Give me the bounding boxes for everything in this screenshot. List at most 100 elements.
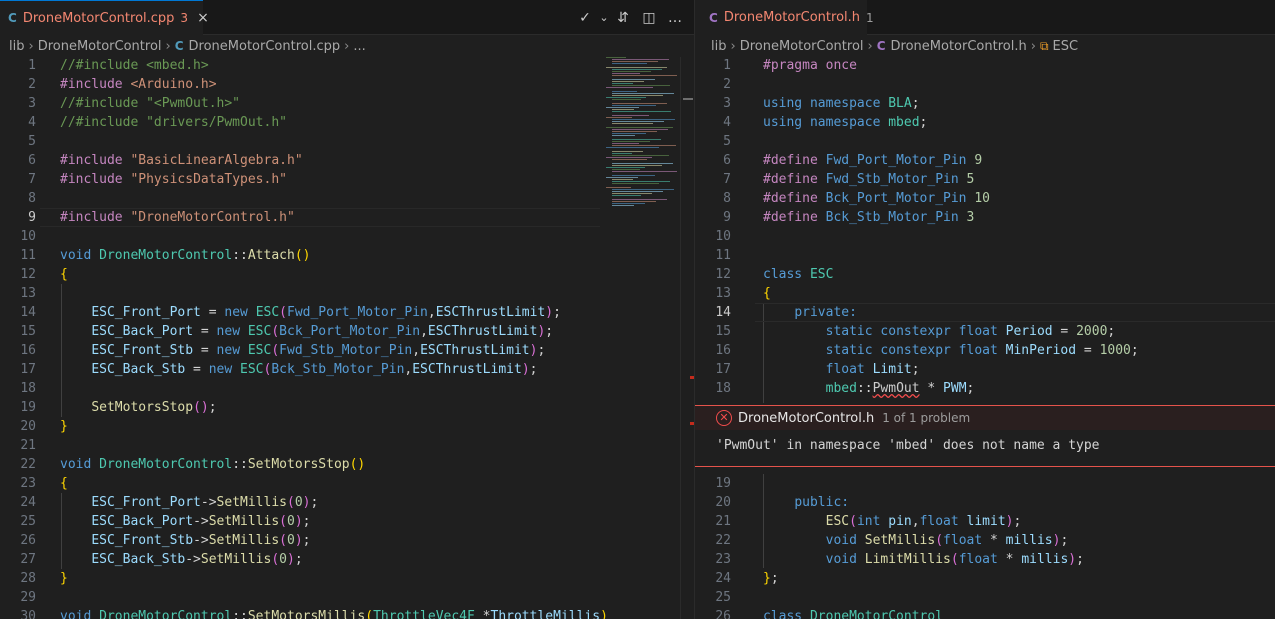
code-line[interactable]: 17 ESC_Back_Stb = new ESC(Bck_Stb_Motor_… [0, 360, 694, 379]
tab-dronemotorcontrol-cpp[interactable]: C DroneMotorControl.cpp 3 × [0, 0, 209, 35]
code-line[interactable]: 12 { [0, 265, 694, 284]
code-line[interactable]: 14 private: [695, 303, 1275, 322]
code-line[interactable]: 28} [0, 569, 694, 588]
code-line[interactable]: 23 { [0, 474, 694, 493]
code-line[interactable]: 8 [0, 189, 694, 208]
code-line[interactable]: 4 using namespace mbed; [695, 113, 1275, 132]
breadcrumb-folder[interactable]: DroneMotorControl [38, 39, 162, 54]
code-line[interactable]: 11 [695, 246, 1275, 265]
breadcrumb-file[interactable]: DroneMotorControl.h [891, 39, 1027, 54]
split-editor-icon[interactable]: ◫ [636, 10, 662, 26]
more-actions-icon[interactable]: … [662, 10, 688, 26]
code-line[interactable]: 13 [0, 284, 694, 303]
code-line[interactable]: 20 public: [695, 493, 1275, 512]
line-number: 11 [715, 248, 731, 263]
code-line[interactable]: 27 ESC_Back_Stb->SetMillis(0); [0, 550, 694, 569]
code-line[interactable]: 1 //#include <mbed.h> [0, 56, 694, 75]
code-line[interactable]: 8 #define Bck_Port_Motor_Pin 10 [695, 189, 1275, 208]
code-token: ( [279, 514, 287, 529]
code-line[interactable]: 20} [0, 417, 694, 436]
code-line[interactable]: 15 static constexpr float Period = 2000; [695, 322, 1275, 341]
code-token: Limit [872, 362, 912, 377]
line-number: 3 [28, 96, 36, 111]
code-line[interactable]: 3 using namespace BLA; [695, 94, 1275, 113]
minimap-line [612, 71, 651, 72]
line-number: 11 [20, 248, 36, 263]
code-line[interactable]: 16 ESC_Front_Stb = new ESC(Fwd_Stb_Motor… [0, 341, 694, 360]
code-line[interactable]: 2 [695, 75, 1275, 94]
code-text: } [60, 417, 68, 436]
code-token: ThrottleMillis [490, 609, 601, 619]
close-icon[interactable]: × [197, 10, 209, 26]
code-token: //#include <mbed.h> [60, 58, 209, 73]
minimap[interactable] [606, 57, 680, 619]
line-number: 25 [20, 514, 36, 529]
code-line[interactable]: 9 #include "DroneMotorControl.h" [0, 208, 694, 227]
code-line[interactable]: 15 ESC_Back_Port = new ESC(Bck_Port_Moto… [0, 322, 694, 341]
code-line[interactable]: 18 mbed::PwmOut * PWM; [695, 379, 1275, 398]
code-text: class ESC [763, 265, 833, 284]
code-line[interactable]: 23 void LimitMillis(float * millis); [695, 550, 1275, 569]
code-line[interactable]: 24 ESC_Front_Port->SetMillis(0); [0, 493, 694, 512]
tab-dronemotorcontrol-h[interactable]: C DroneMotorControl.h 1 [695, 0, 874, 35]
peek-file-name[interactable]: DroneMotorControl.h [738, 411, 874, 426]
code-line[interactable]: 7 #define Fwd_Stb_Motor_Pin 5 [695, 170, 1275, 189]
line-number: 5 [28, 134, 36, 149]
code-line[interactable]: 16 static constexpr float MinPeriod = 10… [695, 341, 1275, 360]
check-icon[interactable]: ✓ [572, 10, 598, 26]
breadcrumb-folder[interactable]: DroneMotorControl [740, 39, 864, 54]
compare-icon[interactable]: ⇵ [610, 10, 636, 26]
code-line[interactable]: 11 void DroneMotorControl::Attach() [0, 246, 694, 265]
code-token: ( [279, 305, 287, 320]
code-line[interactable]: 10 [695, 227, 1275, 246]
code-line[interactable]: 6 #define Fwd_Port_Motor_Pin 9 [695, 151, 1275, 170]
code-line[interactable]: 22 void DroneMotorControl::SetMotorsStop(… [0, 455, 694, 474]
code-line[interactable]: 10 [0, 227, 694, 246]
code-line[interactable]: 12 class ESC [695, 265, 1275, 284]
code-line[interactable]: 21 [0, 436, 694, 455]
code-line[interactable]: 22 void SetMillis(float * millis); [695, 531, 1275, 550]
chevron-down-icon[interactable]: ⌄ [598, 11, 610, 24]
breadcrumb-file[interactable]: DroneMotorControl.cpp [189, 39, 341, 54]
minimap-line [612, 165, 662, 166]
line-number: 7 [723, 172, 731, 187]
code-token: ESC_Front_Stb [91, 343, 194, 358]
code-line[interactable]: 26 ESC_Front_Stb->SetMillis(0); [0, 531, 694, 550]
code-line[interactable]: 26 class DroneMotorControl [695, 607, 1275, 619]
breadcrumb-lib[interactable]: lib [9, 39, 24, 54]
line-number: 4 [28, 115, 36, 130]
minimap-line [612, 191, 663, 192]
code-line[interactable]: 19 [695, 474, 1275, 493]
code-line[interactable]: 9 #define Bck_Stb_Motor_Pin 3 [695, 208, 1275, 227]
minimap-line [612, 179, 633, 180]
breadcrumb-lib[interactable]: lib [711, 39, 726, 54]
code-line[interactable]: 24}; [695, 569, 1275, 588]
code-line[interactable]: 6 #include "BasicLinearAlgebra.h" [0, 151, 694, 170]
code-line[interactable]: 4 //#include "drivers/PwmOut.h" [0, 113, 694, 132]
code-line[interactable]: 1 #pragma once [695, 56, 1275, 75]
breadcrumb-symbol[interactable]: ... [353, 39, 365, 54]
code-line[interactable]: 25 ESC_Back_Port->SetMillis(0); [0, 512, 694, 531]
code-token: () [193, 400, 209, 415]
code-line[interactable]: 29 [0, 588, 694, 607]
code-token: = [193, 343, 217, 358]
code-line[interactable]: 25 [695, 588, 1275, 607]
code-line[interactable]: 17 float Limit; [695, 360, 1275, 379]
scrollbar-thumb[interactable] [683, 98, 693, 100]
code-token: ; [1013, 514, 1022, 529]
code-line[interactable]: 3 //#include "<PwmOut.h>" [0, 94, 694, 113]
vertical-scrollbar[interactable] [680, 57, 694, 619]
minimap-line [612, 135, 635, 136]
breadcrumb-symbol[interactable]: ESC [1053, 39, 1079, 54]
code-line[interactable]: 7 #include "PhysicsDataTypes.h" [0, 170, 694, 189]
code-line[interactable]: 5 [0, 132, 694, 151]
code-line[interactable]: 14 ESC_Front_Port = new ESC(Fwd_Port_Mot… [0, 303, 694, 322]
code-line[interactable]: 21 ESC(int pin,float limit); [695, 512, 1275, 531]
code-line[interactable]: 2 #include <Arduino.h> [0, 75, 694, 94]
code-line[interactable]: 30 void DroneMotorControl::SetMotorsMilli… [0, 607, 694, 619]
code-line[interactable]: 5 [695, 132, 1275, 151]
code-line[interactable]: 13 { [695, 284, 1275, 303]
code-line[interactable]: 19 SetMotorsStop(); [0, 398, 694, 417]
line-number: 10 [20, 229, 36, 244]
code-line[interactable]: 18 [0, 379, 694, 398]
